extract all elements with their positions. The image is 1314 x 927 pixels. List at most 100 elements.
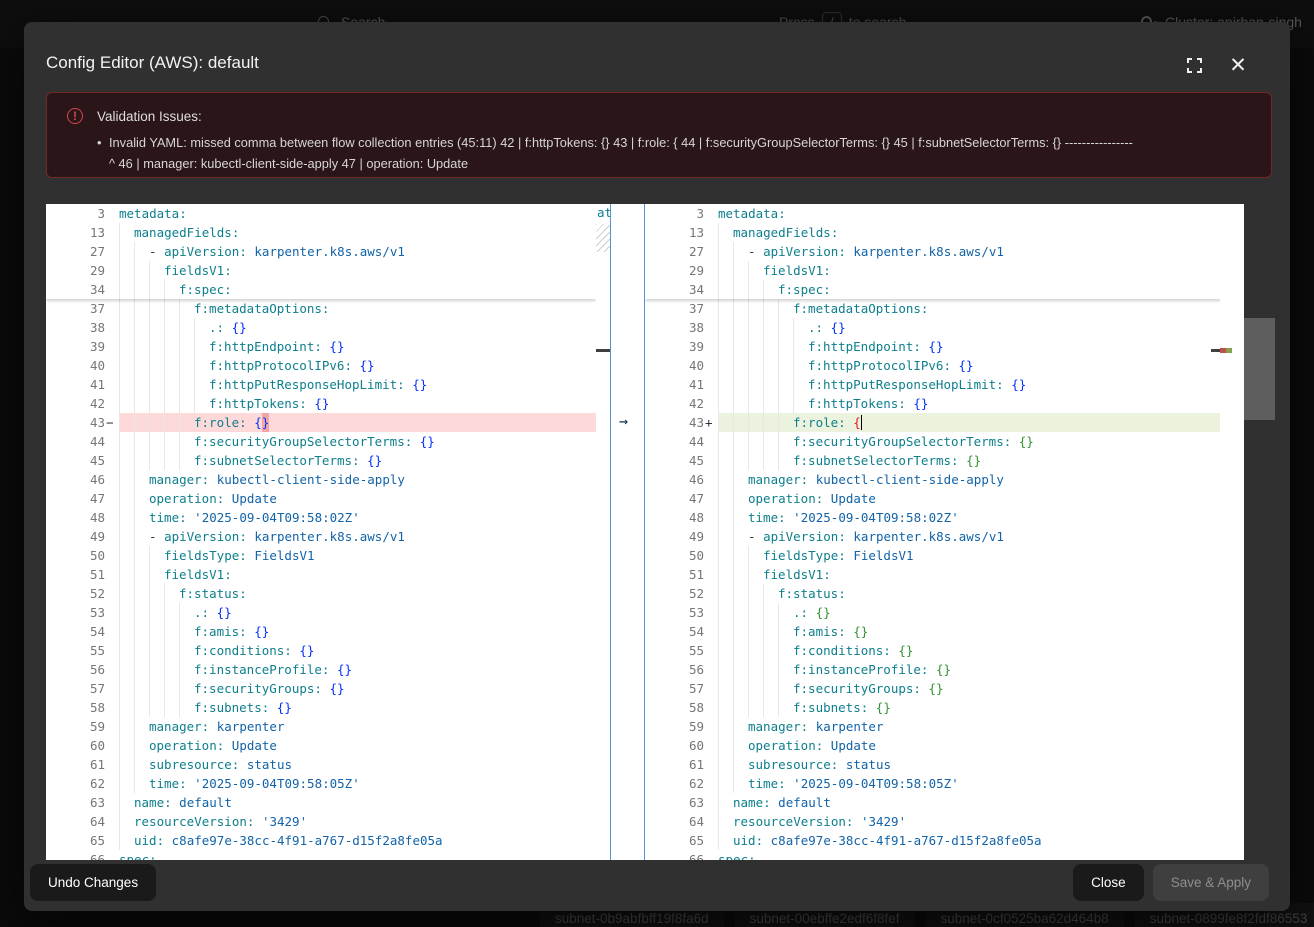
code-line[interactable]: 63name: default xyxy=(645,793,1232,812)
code-line[interactable]: 13managedFields: xyxy=(645,223,1232,242)
validation-message: • Invalid YAML: missed comma between flo… xyxy=(109,132,1259,174)
code-line[interactable]: 46manager: kubectl-client-side-apply xyxy=(645,470,1232,489)
diff-sign xyxy=(704,850,718,860)
revert-change-arrow[interactable]: → xyxy=(619,412,628,430)
code-line[interactable]: 52f:status: xyxy=(46,584,596,603)
code-line[interactable]: 66spec: xyxy=(46,850,596,860)
code-lines-left[interactable]: 37f:metadataOptions:38.: {}39f:httpEndpo… xyxy=(46,299,596,860)
code-line[interactable]: 56f:instanceProfile: {} xyxy=(46,660,596,679)
code-line[interactable]: 61subresource: status xyxy=(46,755,596,774)
diff-sign xyxy=(704,375,718,394)
code-line[interactable]: 40f:httpProtocolIPv6: {} xyxy=(645,356,1232,375)
code-line[interactable]: 38.: {} xyxy=(645,318,1232,337)
code-line[interactable]: 42f:httpTokens: {} xyxy=(645,394,1232,413)
diff-sign xyxy=(105,793,119,812)
code-line[interactable]: 59manager: karpenter xyxy=(645,717,1232,736)
code-line[interactable]: 48time: '2025-09-04T09:58:02Z' xyxy=(46,508,596,527)
close-button[interactable]: ✕ xyxy=(1228,55,1248,75)
scrollbar-slider[interactable] xyxy=(1244,318,1275,420)
diff-sign xyxy=(105,641,119,660)
code-line[interactable]: 37f:metadataOptions: xyxy=(46,299,596,318)
code-line[interactable]: 44f:securityGroupSelectorTerms: {} xyxy=(645,432,1232,451)
save-apply-button[interactable]: Save & Apply xyxy=(1153,864,1269,901)
line-number: 49 xyxy=(46,527,105,546)
code-line[interactable]: 49- apiVersion: karpenter.k8s.aws/v1 xyxy=(46,527,596,546)
code-line[interactable]: 65uid: c8afe97e-38cc-4f91-a767-d15f2a8fe… xyxy=(645,831,1232,850)
code-line[interactable]: 48time: '2025-09-04T09:58:02Z' xyxy=(645,508,1232,527)
code-line[interactable]: 62time: '2025-09-04T09:58:05Z' xyxy=(645,774,1232,793)
code-line[interactable]: 54f:amis: {} xyxy=(46,622,596,641)
code-line[interactable]: 47operation: Update xyxy=(46,489,596,508)
code-line[interactable]: 53.: {} xyxy=(645,603,1232,622)
line-number: 47 xyxy=(46,489,105,508)
code-line[interactable]: 56f:instanceProfile: {} xyxy=(645,660,1232,679)
code-line[interactable]: 3metadata: xyxy=(645,204,1232,223)
line-number: 34 xyxy=(46,280,105,299)
code-line[interactable]: 29fieldsV1: xyxy=(645,261,1232,280)
code-line[interactable]: 41f:httpPutResponseHopLimit: {} xyxy=(645,375,1232,394)
code-lines-right[interactable]: 37f:metadataOptions:38.: {}39f:httpEndpo… xyxy=(645,299,1232,860)
diff-sign xyxy=(105,812,119,831)
diff-sign xyxy=(704,318,718,337)
code-line[interactable]: 51fieldsV1: xyxy=(645,565,1232,584)
code-line[interactable]: 57f:securityGroups: {} xyxy=(645,679,1232,698)
code-line[interactable]: 46manager: kubectl-client-side-apply xyxy=(46,470,596,489)
diff-pane-modified[interactable]: 3metadata:13managedFields:27- apiVersion… xyxy=(645,204,1232,860)
diff-sign xyxy=(704,584,718,603)
code-line[interactable]: 60operation: Update xyxy=(645,736,1232,755)
code-line[interactable]: 3metadata: xyxy=(46,204,596,223)
code-line[interactable]: 34f:spec: xyxy=(46,280,596,299)
diff-sign xyxy=(105,318,119,337)
code-line[interactable]: 43−f:role: {} xyxy=(46,413,596,432)
code-line[interactable]: 53.: {} xyxy=(46,603,596,622)
code-line[interactable]: 55f:conditions: {} xyxy=(645,641,1232,660)
line-number: 41 xyxy=(645,375,704,394)
code-line[interactable]: 58f:subnets: {} xyxy=(46,698,596,717)
diff-sign: − xyxy=(105,413,119,432)
diff-pane-original[interactable]: 3metadata:13managedFields:27- apiVersion… xyxy=(46,204,596,860)
code-line[interactable]: 40f:httpProtocolIPv6: {} xyxy=(46,356,596,375)
fullscreen-button[interactable] xyxy=(1184,55,1204,75)
code-line[interactable]: 59manager: karpenter xyxy=(46,717,596,736)
code-line[interactable]: 55f:conditions: {} xyxy=(46,641,596,660)
code-line[interactable]: 34f:spec: xyxy=(645,280,1232,299)
code-line[interactable]: 60operation: Update xyxy=(46,736,596,755)
code-line[interactable]: 66spec: xyxy=(645,850,1232,860)
code-line[interactable]: 47operation: Update xyxy=(645,489,1232,508)
code-line[interactable]: 62time: '2025-09-04T09:58:05Z' xyxy=(46,774,596,793)
code-line[interactable]: 37f:metadataOptions: xyxy=(645,299,1232,318)
diff-sign xyxy=(105,546,119,565)
undo-changes-button[interactable]: Undo Changes xyxy=(30,864,156,901)
line-number: 65 xyxy=(46,831,105,850)
code-line[interactable]: 63name: default xyxy=(46,793,596,812)
code-line[interactable]: 45f:subnetSelectorTerms: {} xyxy=(645,451,1232,470)
code-line[interactable]: 29fieldsV1: xyxy=(46,261,596,280)
code-line[interactable]: 38.: {} xyxy=(46,318,596,337)
code-line[interactable]: 27- apiVersion: karpenter.k8s.aws/v1 xyxy=(46,242,596,261)
code-line[interactable]: 54f:amis: {} xyxy=(645,622,1232,641)
close-modal-button[interactable]: Close xyxy=(1073,864,1144,901)
code-line[interactable]: 44f:securityGroupSelectorTerms: {} xyxy=(46,432,596,451)
code-line[interactable]: 64resourceVersion: '3429' xyxy=(645,812,1232,831)
code-line[interactable]: 61subresource: status xyxy=(645,755,1232,774)
code-line[interactable]: 39f:httpEndpoint: {} xyxy=(645,337,1232,356)
code-line[interactable]: 51fieldsV1: xyxy=(46,565,596,584)
code-line[interactable]: 42f:httpTokens: {} xyxy=(46,394,596,413)
diff-sign xyxy=(105,603,119,622)
code-line[interactable]: 65uid: c8afe97e-38cc-4f91-a767-d15f2a8fe… xyxy=(46,831,596,850)
code-line[interactable]: 13managedFields: xyxy=(46,223,596,242)
code-line[interactable]: 50fieldsType: FieldsV1 xyxy=(645,546,1232,565)
code-line[interactable]: 39f:httpEndpoint: {} xyxy=(46,337,596,356)
code-line[interactable]: 58f:subnets: {} xyxy=(645,698,1232,717)
code-line[interactable]: 49- apiVersion: karpenter.k8s.aws/v1 xyxy=(645,527,1232,546)
diff-sign xyxy=(704,774,718,793)
code-line[interactable]: 45f:subnetSelectorTerms: {} xyxy=(46,451,596,470)
yaml-diff-editor[interactable]: 3metadata:13managedFields:27- apiVersion… xyxy=(46,204,1244,860)
code-line[interactable]: 50fieldsType: FieldsV1 xyxy=(46,546,596,565)
code-line[interactable]: 52f:status: xyxy=(645,584,1232,603)
code-line[interactable]: 57f:securityGroups: {} xyxy=(46,679,596,698)
code-line[interactable]: 43+f:role: { xyxy=(645,413,1232,432)
code-line[interactable]: 27- apiVersion: karpenter.k8s.aws/v1 xyxy=(645,242,1232,261)
code-line[interactable]: 41f:httpPutResponseHopLimit: {} xyxy=(46,375,596,394)
code-line[interactable]: 64resourceVersion: '3429' xyxy=(46,812,596,831)
